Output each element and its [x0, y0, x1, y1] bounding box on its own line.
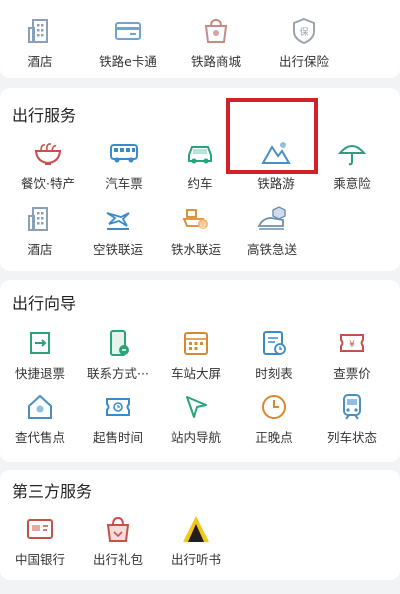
- ticket-price-icon: ¥: [340, 334, 364, 352]
- section-title: 出行服务: [12, 106, 77, 125]
- third-item-label: 出行礼包: [92, 552, 143, 567]
- service-item-label: 约车: [187, 176, 213, 191]
- guide-item-label: 车站大屏: [170, 366, 221, 381]
- service-item-label: 铁路游: [257, 176, 295, 191]
- svg-text:¥: ¥: [349, 340, 355, 350]
- agency-location-icon: [28, 394, 52, 419]
- guide-item-sale-time[interactable]: 起售时间: [78, 392, 158, 448]
- svg-text:保: 保: [299, 26, 308, 38]
- guide-item-timetable[interactable]: 时刻表: [234, 328, 314, 384]
- refund-ticket-icon: [30, 332, 50, 354]
- top-shortcuts-row: 酒店 铁路e卡通 铁路商城 保 出行保险: [0, 16, 400, 72]
- travel-services-row-2: 酒店 空铁联运 @ 铁水联运 高铁急送: [0, 204, 400, 260]
- rail-water-icon: @: [182, 209, 208, 229]
- travel-services-row-1: 餐饮·特产 汽车票 约车 铁路游 乘意险: [0, 138, 400, 194]
- railway-card-icon: [115, 22, 141, 40]
- service-item-label: 餐饮·特产: [21, 176, 75, 191]
- bank-card-icon: [27, 519, 53, 539]
- third-item-boc[interactable]: 中国银行: [0, 514, 80, 570]
- audiobook-icon: [183, 516, 209, 542]
- hotel-building-icon: [28, 19, 48, 43]
- timetable-icon: [263, 331, 286, 355]
- top-item-label: 铁路e卡通: [99, 54, 157, 69]
- guide-item-agency[interactable]: 查代售点: [0, 392, 80, 448]
- third-item-label: 中国银行: [14, 552, 65, 567]
- guide-item-label: 时刻表: [255, 366, 293, 381]
- top-item-railway-card[interactable]: 铁路e卡通: [88, 16, 168, 72]
- guide-item-refund[interactable]: 快捷退票: [0, 328, 80, 384]
- service-item-food[interactable]: 餐饮·特产: [8, 138, 88, 194]
- sale-time-icon: [106, 398, 130, 416]
- top-item-mall[interactable]: 铁路商城: [176, 16, 256, 72]
- guide-item-delay[interactable]: 正晚点: [234, 392, 314, 448]
- guide-item-train-status[interactable]: 列车状态: [312, 392, 392, 448]
- gift-bag-icon: [106, 516, 130, 542]
- top-item-label: 酒店: [27, 54, 53, 69]
- service-item-label: 乘意险: [333, 176, 371, 191]
- travel-guide-row-1: 快捷退票 联系方式··· 车站大屏 时刻表 ¥ 查票价: [0, 328, 400, 384]
- noodle-bowl-icon: [34, 143, 62, 165]
- air-rail-icon: [106, 212, 130, 230]
- guide-item-label: 查票价: [333, 366, 371, 381]
- service-item-label: 汽车票: [105, 176, 143, 191]
- travel-guide-card: 出行向导 快捷退票 联系方式··· 车站大屏 时刻表 ¥ 查票价 查代售点 起售…: [0, 280, 400, 462]
- guide-item-ticket-price[interactable]: ¥ 查票价: [312, 328, 392, 384]
- third-party-row: 中国银行 出行礼包 出行听书: [0, 514, 400, 570]
- section-title: 第三方服务: [12, 482, 93, 501]
- service-item-label: 酒店: [27, 242, 53, 257]
- car-icon: [188, 146, 212, 164]
- guide-item-label: 正晚点: [255, 430, 293, 445]
- guide-item-label: 站内导航: [170, 430, 221, 445]
- top-shortcuts-card: 酒店 铁路e卡通 铁路商城 保 出行保险: [0, 0, 400, 78]
- service-item-express[interactable]: 高铁急送: [232, 204, 312, 260]
- third-item-label: 出行听书: [170, 552, 221, 567]
- top-item-insurance[interactable]: 保 出行保险: [264, 16, 344, 72]
- svg-text:@: @: [200, 221, 207, 229]
- top-item-hotel[interactable]: 酒店: [0, 16, 80, 72]
- station-screen-icon: [184, 332, 208, 355]
- third-item-audiobook[interactable]: 出行听书: [156, 514, 236, 570]
- guide-item-label: 快捷退票: [14, 366, 65, 381]
- guide-item-station-screen[interactable]: 车站大屏: [156, 328, 236, 384]
- travel-services-card: 出行服务 餐饮·特产 汽车票 约车 铁路游 乘意险 酒店 空铁联运 @ 铁水联运…: [0, 88, 400, 271]
- service-item-hotel[interactable]: 酒店: [0, 204, 80, 260]
- service-item-rail-tour[interactable]: 铁路游: [236, 138, 316, 194]
- service-item-car[interactable]: 约车: [160, 138, 240, 194]
- phone-contact-icon: [110, 330, 129, 356]
- hotel-building-icon: [28, 207, 48, 231]
- insurance-shield-icon: 保: [293, 17, 315, 45]
- third-item-gift[interactable]: 出行礼包: [78, 514, 158, 570]
- navigation-arrow-icon: [186, 396, 207, 418]
- service-item-label: 铁水联运: [170, 242, 221, 257]
- travel-guide-row-2: 查代售点 起售时间 站内导航 正晚点 列车状态: [0, 392, 400, 448]
- mall-shopping-bag-icon: [204, 18, 228, 43]
- guide-item-label: 查代售点: [14, 430, 65, 445]
- umbrella-icon: [337, 145, 367, 166]
- service-item-air-rail[interactable]: 空铁联运: [78, 204, 158, 260]
- guide-item-label: 起售时间: [92, 430, 143, 445]
- clock-icon: [262, 395, 286, 419]
- express-delivery-icon: [257, 206, 286, 230]
- guide-item-label: 联系方式···: [87, 366, 149, 381]
- top-item-label: 铁路商城: [190, 54, 241, 69]
- guide-item-navigation[interactable]: 站内导航: [156, 392, 236, 448]
- bus-icon: [110, 144, 138, 163]
- guide-item-contact[interactable]: 联系方式···: [78, 328, 158, 384]
- service-item-travel-insurance[interactable]: 乘意险: [312, 138, 392, 194]
- mountain-travel-icon: [261, 142, 291, 164]
- third-party-card: 第三方服务 中国银行 出行礼包 出行听书: [0, 470, 400, 580]
- service-item-rail-water[interactable]: @ 铁水联运: [156, 204, 236, 260]
- service-item-bus[interactable]: 汽车票: [84, 138, 164, 194]
- top-item-label: 出行保险: [278, 54, 329, 69]
- train-status-icon: [343, 394, 361, 420]
- section-title: 出行向导: [12, 294, 77, 313]
- service-item-label: 高铁急送: [246, 242, 297, 257]
- service-item-label: 空铁联运: [92, 242, 143, 257]
- guide-item-label: 列车状态: [326, 430, 377, 445]
